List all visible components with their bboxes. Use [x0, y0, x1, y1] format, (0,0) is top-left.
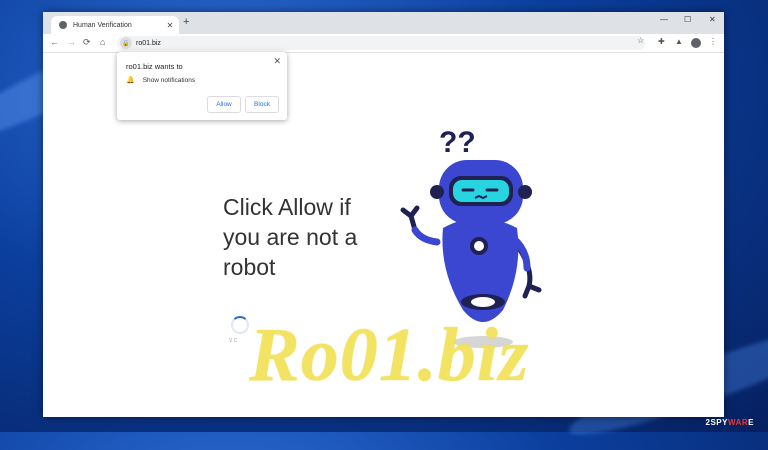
brand-prefix: 2SPY [705, 418, 728, 427]
tab-close-icon[interactable]: ✕ [165, 21, 175, 30]
address-bar[interactable]: 🔒 ro01.biz [117, 36, 645, 50]
puzzle-icon[interactable]: ▲ [675, 37, 683, 46]
browser-window: Human Verification ✕ + — ☐ ✕ ← → ⟳ ⌂ 🔒 r… [43, 12, 724, 417]
page-headline: Click Allow if you are not a robot [223, 192, 393, 282]
maximize-button[interactable]: ☐ [684, 15, 691, 24]
tab-title: Human Verification [73, 21, 132, 29]
back-arrow-icon[interactable]: ← [50, 37, 59, 47]
new-tab-button[interactable]: + [183, 16, 189, 28]
allow-button[interactable]: Allow [207, 96, 241, 113]
profile-avatar[interactable] [691, 38, 701, 50]
permission-label: Show notifications [142, 76, 196, 84]
reload-icon[interactable]: ⟳ [83, 37, 91, 48]
extensions-icon[interactable]: ✚ [658, 37, 665, 46]
popup-title: ro01.biz wants to [126, 62, 183, 71]
star-icon[interactable]: ☆ [637, 36, 644, 45]
forward-arrow-icon[interactable]: → [67, 37, 76, 47]
notification-permission-popup: ro01.biz wants to ✕ 🔔 Show notifications… [117, 52, 287, 120]
popup-close-icon[interactable]: ✕ [273, 56, 281, 67]
minimize-button[interactable]: — [660, 15, 668, 24]
spinner-label: V C [229, 338, 238, 344]
headline-line-1: Click Allow if [223, 194, 351, 220]
tab-human-verification[interactable]: Human Verification ✕ [51, 16, 179, 34]
headline-line-3: robot [223, 254, 276, 280]
url-text[interactable]: ro01.biz [136, 40, 161, 47]
loading-spinner [231, 316, 249, 334]
bell-icon: 🔔 [126, 77, 135, 84]
brand-logo: 2SPYWARE [706, 418, 754, 427]
menu-icon[interactable]: ⋮ [709, 37, 717, 46]
globe-icon [59, 21, 67, 29]
lock-icon[interactable]: 🔒 [120, 37, 132, 49]
home-icon[interactable]: ⌂ [100, 37, 105, 47]
block-button[interactable]: Block [245, 96, 279, 113]
brand-accent: WAR [727, 418, 749, 427]
brand-suffix: E [748, 418, 754, 427]
close-window-button[interactable]: ✕ [709, 15, 716, 24]
permission-row: 🔔 Show notifications [126, 76, 196, 85]
question-marks-icon: ?? [439, 126, 476, 159]
toolbar: ← → ⟳ ⌂ 🔒 ro01.biz ☆ ✚ ▲ ⋮ [43, 34, 724, 53]
site-watermark: Ro01.biz [249, 313, 530, 397]
headline-line-2: you are not a [223, 224, 358, 250]
tab-bar: Human Verification ✕ + — ☐ ✕ [43, 12, 724, 34]
